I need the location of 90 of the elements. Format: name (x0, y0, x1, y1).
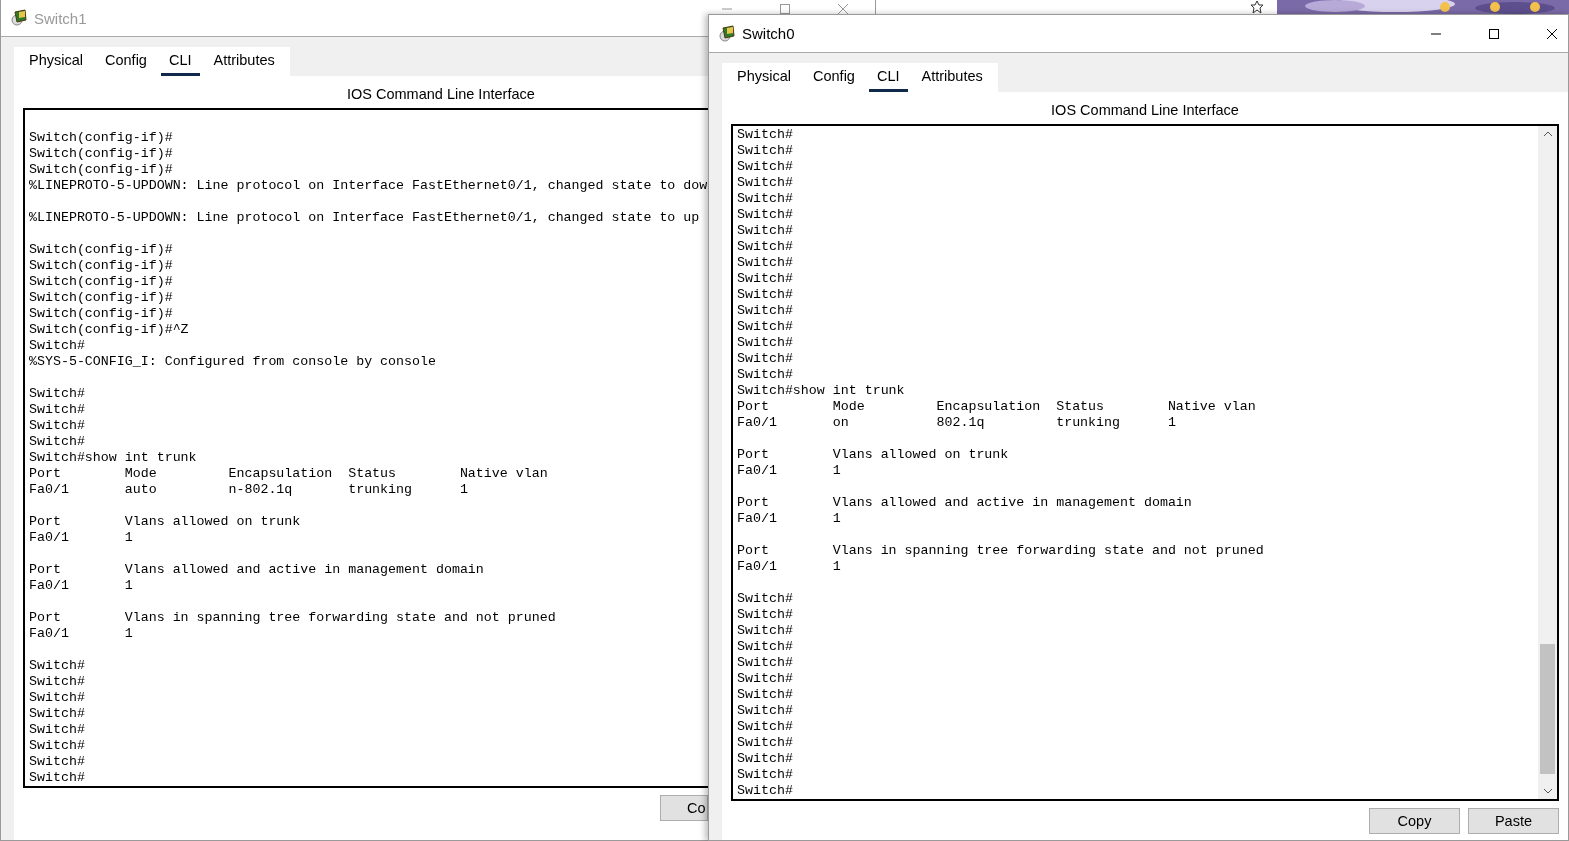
terminal-line: Switch# (737, 687, 793, 703)
terminal-line: Switch# (737, 335, 793, 351)
device-icon (10, 9, 28, 27)
scroll-up-icon[interactable] (1542, 131, 1553, 137)
terminal-line: Port Vlans allowed and active in management domain (29, 562, 484, 578)
terminal-line: Switch# (737, 703, 793, 719)
panel-title: IOS Command Line Interface (347, 85, 535, 104)
terminal-line: Fa0/1 1 (737, 463, 841, 479)
terminal-line: Switch# (737, 623, 793, 639)
copy-button[interactable]: Copy (1369, 808, 1460, 834)
terminal-line: Switch# (737, 207, 793, 223)
terminal-line: Switch# (29, 402, 85, 418)
terminal-line: Port Vlans allowed on trunk (29, 514, 301, 530)
terminal-line: Switch# (737, 639, 793, 655)
terminal-line: Switch# (29, 738, 85, 754)
terminal-line: %SYS-5-CONFIG_I: Configured from console by console (29, 354, 436, 370)
terminal-line: Switch(config-if)# (29, 162, 173, 178)
terminal-line: Fa0/1 1 (29, 530, 133, 546)
terminal-line: Switch# (737, 783, 793, 799)
scrollbar[interactable] (1538, 126, 1557, 799)
terminal-line: Switch(config-if)# (29, 258, 173, 274)
terminal-line: Switch# (737, 655, 793, 671)
terminal-line: Fa0/1 1 (29, 626, 133, 642)
terminal-line: Switch# (29, 674, 85, 690)
terminal-line: Switch(config-if)# (29, 130, 173, 146)
terminal-line: Switch(config-if)# (29, 290, 173, 306)
terminal-line: Switch# (29, 754, 85, 770)
terminal-line: Fa0/1 on 802.1q trunking 1 (737, 415, 1176, 431)
scroll-thumb[interactable] (1540, 644, 1555, 774)
terminal-line: Switch# (737, 287, 793, 303)
terminal-line: Switch(config-if)# (29, 306, 173, 322)
panel-title: IOS Command Line Interface (1051, 101, 1239, 120)
terminal-line: Switch# (29, 770, 85, 786)
terminal-line: Switch# (29, 418, 85, 434)
terminal-line: Switch# (737, 591, 793, 607)
device-icon (718, 24, 736, 43)
terminal-line: Switch#show int trunk (737, 383, 905, 399)
terminal-line: Switch# (29, 690, 85, 706)
terminal-line: Port Mode Encapsulation Status Native vlan (737, 399, 1256, 415)
terminal-line: Switch# (737, 239, 793, 255)
terminal-line: Fa0/1 auto n-802.1q trunking 1 (29, 482, 468, 498)
terminal-line: Switch# (737, 719, 793, 735)
terminal-line: Switch(config-if)# (29, 146, 173, 162)
terminal-line: Switch# (737, 175, 793, 191)
terminal-line: Port Vlans in spanning tree forwarding state and not pruned (29, 610, 556, 626)
terminal-line: Switch# (737, 191, 793, 207)
tab[interactable]: Physical (729, 63, 799, 92)
terminal-line: Switch# (737, 671, 793, 687)
terminal-line: Switch(config-if)#^Z (29, 322, 189, 338)
terminal-line: Switch# (737, 303, 793, 319)
tab[interactable]: Config (805, 63, 863, 92)
terminal-line: Switch# (737, 271, 793, 287)
terminal-line: Port Vlans allowed on trunk (737, 447, 1009, 463)
terminal-line: Fa0/1 1 (737, 559, 841, 575)
terminal-line: Switch# (737, 159, 793, 175)
tab[interactable]: Attributes (913, 63, 991, 92)
scroll-down-icon[interactable] (1542, 788, 1553, 794)
terminal-line: Fa0/1 1 (737, 511, 841, 527)
close-icon[interactable] (1546, 27, 1558, 40)
terminal-line: Port Vlans in spanning tree forwarding state and not pruned (737, 543, 1264, 559)
terminal-line: Switch# (29, 338, 85, 354)
terminal-line: Switch# (737, 255, 793, 271)
terminal-line: Switch# (737, 735, 793, 751)
terminal-line: Switch# (737, 751, 793, 767)
terminal-line: Switch# (737, 319, 793, 335)
terminal-line: Switch# (737, 367, 793, 383)
terminal-line: Switch# (737, 767, 793, 783)
star-icon[interactable] (1250, 0, 1264, 14)
paste-button[interactable]: Paste (1468, 808, 1559, 834)
maximize-icon[interactable] (1488, 27, 1500, 40)
terminal-line: %LINEPROTO-5-UPDOWN: Line protocol on Interface FastEthernet0/1, changed state to up (29, 210, 700, 226)
window-title: Switch0 (742, 25, 795, 42)
terminal-line: Port Mode Encapsulation Status Native vlan (29, 466, 548, 482)
terminal-line: Port Vlans allowed and active in management domain (737, 495, 1192, 511)
terminal-line: Switch# (737, 127, 793, 143)
window-title: Switch1 (34, 9, 87, 27)
terminal-line: Switch(config-if)# (29, 242, 173, 258)
terminal-line: Switch# (737, 351, 793, 367)
terminal-line: Fa0/1 1 (29, 578, 133, 594)
terminal-line: Switch# (737, 143, 793, 159)
terminal-line: Switch# (737, 223, 793, 239)
terminal-line: Switch# (29, 434, 85, 450)
terminal-line: Switch# (29, 658, 85, 674)
terminal-line: Switch#show int trunk (29, 450, 197, 466)
terminal-line: Switch# (29, 706, 85, 722)
terminal-line: Switch(config-if)# (29, 274, 173, 290)
terminal-line: %LINEPROTO-5-UPDOWN: Line protocol on Interface FastEthernet0/1, changed state to dow (29, 178, 708, 194)
terminal-line: Switch# (29, 386, 85, 402)
terminal-line: Switch# (29, 722, 85, 738)
terminal-line: Switch# (737, 607, 793, 623)
